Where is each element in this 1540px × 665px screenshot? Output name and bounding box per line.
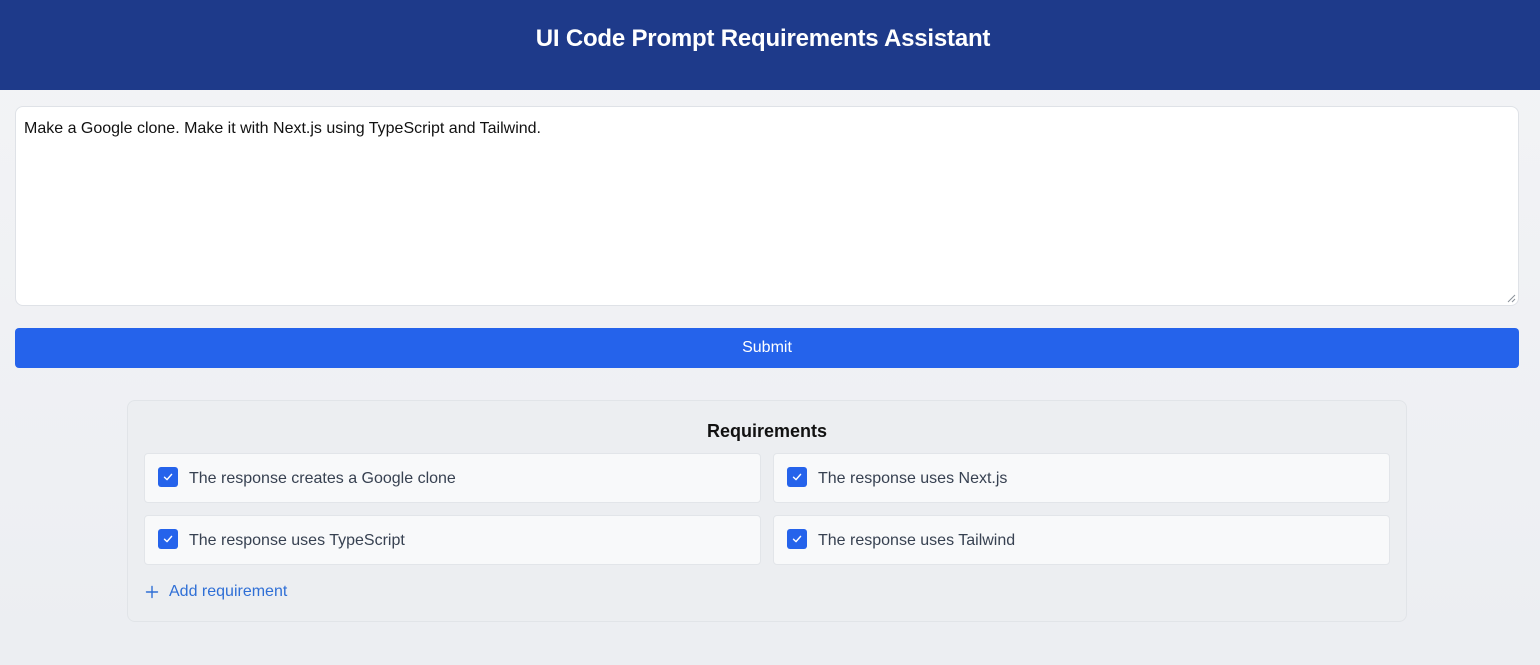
requirement-label: The response creates a Google clone [189, 470, 456, 487]
requirement-checkbox[interactable] [158, 467, 178, 487]
requirements-panel: Requirements The response creates a Goog… [127, 400, 1407, 622]
requirements-heading: Requirements [706, 421, 828, 441]
add-requirement-label: Add requirement [169, 583, 288, 600]
requirement-item[interactable]: The response uses TypeScript [144, 515, 761, 565]
add-requirement-button[interactable]: Add requirement [145, 583, 287, 601]
requirement-item[interactable]: The response uses Tailwind [773, 515, 1390, 565]
requirement-label: The response uses TypeScript [189, 532, 405, 549]
plus-icon [145, 585, 159, 599]
requirement-label: The response uses Tailwind [818, 532, 1016, 549]
requirement-checkbox[interactable] [158, 529, 178, 549]
checkmark-icon [163, 535, 173, 543]
requirement-checkbox[interactable] [787, 529, 807, 549]
requirement-item[interactable]: The response creates a Google clone [144, 453, 761, 503]
app-title: UI Code Prompt Requirements Assistant [535, 25, 991, 52]
requirement-checkbox[interactable] [787, 467, 807, 487]
requirement-item[interactable]: The response uses Next.js [773, 453, 1390, 503]
submit-button[interactable]: Submit [15, 328, 1519, 368]
checkmark-icon [792, 535, 802, 543]
prompt-container: Make a Google clone. Make it with Next.j… [15, 106, 1519, 306]
app-header: UI Code Prompt Requirements Assistant [0, 0, 1540, 90]
checkmark-icon [792, 473, 802, 481]
checkmark-icon [163, 473, 173, 481]
resize-handle-icon[interactable] [1507, 294, 1516, 303]
prompt-input[interactable]: Make a Google clone. Make it with Next.j… [15, 106, 1519, 306]
requirement-label: The response uses Next.js [818, 470, 1008, 487]
